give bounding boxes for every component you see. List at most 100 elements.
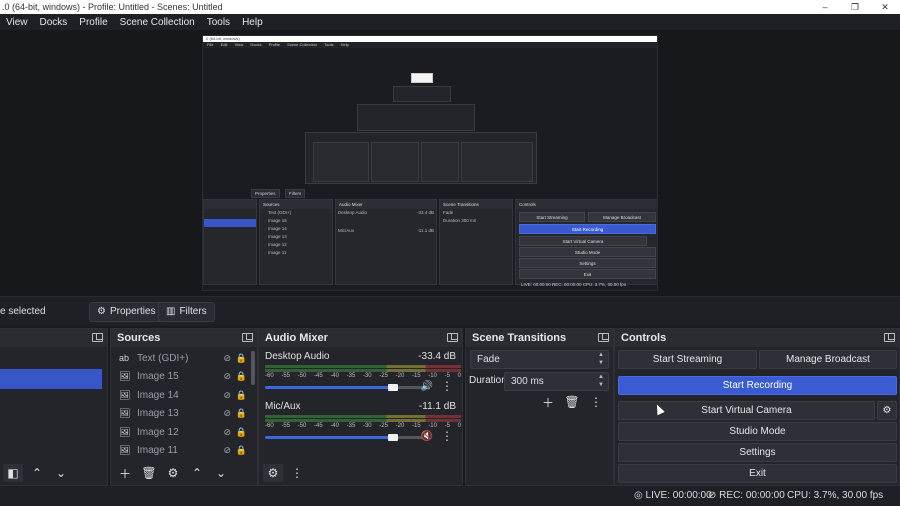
- menu-help[interactable]: Help: [236, 17, 269, 28]
- sources-scrollbar[interactable]: [251, 351, 255, 385]
- lock-icon[interactable]: 🔒: [236, 408, 247, 419]
- duration-spinbox[interactable]: 300 ms ▲ ▼: [504, 372, 609, 391]
- nested-scenes-dock: [203, 199, 257, 285]
- lock-icon[interactable]: 🔒: [236, 445, 247, 456]
- nested-menu-bar: File Edit View Docks Profile Scene Colle…: [203, 42, 657, 48]
- scene-item-selected[interactable]: [0, 369, 102, 389]
- meter-tick: -40: [330, 423, 339, 429]
- meter-tick: 0: [457, 373, 461, 379]
- add-source-icon[interactable]: ＋: [115, 464, 135, 482]
- lock-icon[interactable]: 🔒: [236, 353, 247, 364]
- source-item[interactable]: 🖼 Image 15 ⊘ 🔒: [111, 368, 257, 387]
- undock-icon[interactable]: [92, 333, 103, 342]
- channel-desktop-audio: Desktop Audio -33.4 dB -60 -55 -50 -45 -40 -3…: [265, 351, 461, 393]
- undock-icon[interactable]: [884, 333, 895, 342]
- undock-icon[interactable]: [598, 333, 609, 342]
- muted-speaker-icon[interactable]: 🔇: [421, 431, 433, 442]
- source-item[interactable]: 🖼 Image 12 ⊘ 🔒: [111, 423, 257, 442]
- source-item[interactable]: 🖼 Image 11 ⊘ 🔒: [111, 442, 257, 461]
- volume-meter: [265, 419, 461, 422]
- meter-tick: -50: [297, 373, 307, 379]
- lock-icon[interactable]: 🔒: [236, 427, 247, 438]
- nested-duration: Duration 300 ms: [440, 217, 512, 225]
- filters-icon: ▥: [166, 306, 176, 317]
- nested-start-recording: Start Recording: [519, 224, 656, 234]
- speaker-icon[interactable]: 🔊: [421, 381, 433, 392]
- close-icon[interactable]: ✕: [870, 0, 900, 14]
- filters-button[interactable]: ▥ Filters: [158, 302, 215, 322]
- menu-docks[interactable]: Docks: [34, 17, 74, 28]
- minimize-icon[interactable]: –: [810, 0, 840, 14]
- more-options-icon[interactable]: ⋮: [441, 379, 453, 393]
- source-label: Text (GDI+): [137, 352, 189, 364]
- meter-tick: -60: [265, 373, 274, 379]
- undock-icon[interactable]: [242, 333, 253, 342]
- menu-scene-collection[interactable]: Scene Collection: [114, 17, 201, 28]
- mixer-channels: Desktop Audio -33.4 dB -60 -55 -50 -45 -40 -3…: [259, 347, 462, 447]
- remove-transition-icon[interactable]: 🗑: [562, 393, 582, 411]
- more-options-icon[interactable]: ⋮: [441, 429, 453, 443]
- nested-source-row: Text (GDI+): [268, 210, 292, 215]
- preview-area[interactable]: .0 (64-bit, windows) File Edit View Dock…: [0, 30, 900, 296]
- source-item[interactable]: 🖼 Image 13 ⊘ 🔒: [111, 405, 257, 424]
- lock-icon[interactable]: 🔒: [236, 371, 247, 382]
- fader-handle[interactable]: [388, 384, 398, 391]
- transition-select[interactable]: Fade ▲ ▼: [470, 350, 609, 369]
- source-item[interactable]: ab Text (GDI+) ⊘ 🔒: [111, 349, 257, 368]
- maximize-icon[interactable]: ❐: [840, 0, 870, 14]
- start-recording-button[interactable]: Start Recording: [618, 376, 897, 395]
- preview-canvas[interactable]: .0 (64-bit, windows) File Edit View Dock…: [202, 35, 658, 291]
- meter-ticks: -60 -55 -50 -45 -40 -35 -30 -25 -20 -15 -10 -5 0: [265, 423, 461, 429]
- controls-dock-header: Controls: [615, 329, 899, 347]
- studio-mode-button[interactable]: Studio Mode: [618, 422, 897, 441]
- exit-button[interactable]: Exit: [618, 464, 897, 483]
- filter-icon[interactable]: ◧: [3, 464, 23, 482]
- more-options-icon[interactable]: ⋮: [586, 393, 606, 411]
- remove-source-icon[interactable]: 🗑: [139, 464, 159, 482]
- visibility-hidden-icon[interactable]: ⊘: [223, 390, 231, 401]
- visibility-hidden-icon[interactable]: ⊘: [223, 445, 231, 456]
- visibility-hidden-icon[interactable]: ⊘: [223, 427, 231, 438]
- meter-tick: -30: [362, 423, 372, 429]
- start-streaming-button[interactable]: Start Streaming: [618, 350, 757, 369]
- channel-header: Mic/Aux -11.1 dB: [265, 401, 456, 415]
- undock-icon[interactable]: [447, 333, 458, 342]
- properties-button[interactable]: ⚙ Properties: [89, 302, 164, 322]
- nested-preview-level-5: [411, 73, 433, 83]
- move-up-icon[interactable]: ⌃: [187, 464, 207, 482]
- nested-manage-broadcast: Manage Broadcast: [588, 212, 656, 222]
- volume-meter: [265, 365, 461, 368]
- settings-button[interactable]: Settings: [618, 443, 897, 462]
- spin-arrows-icon[interactable]: ▲ ▼: [598, 373, 604, 389]
- nested-source-row: Image 13: [268, 234, 287, 239]
- record-icon: ⊘: [708, 490, 720, 501]
- add-transition-icon[interactable]: ＋: [538, 393, 558, 411]
- nested-menu-item: Help: [340, 42, 349, 47]
- fader-handle[interactable]: [388, 434, 398, 441]
- menu-view[interactable]: View: [0, 17, 34, 28]
- selection-label: e selected: [0, 306, 46, 317]
- volume-fader[interactable]: 🔊 ⋮: [265, 379, 461, 393]
- visibility-hidden-icon[interactable]: ⊘: [223, 371, 231, 382]
- nested-sources-dock: Sources Text (GDI+) Image 15 Image 14 Im…: [259, 199, 333, 285]
- virtual-camera-settings-gear-icon[interactable]: ⚙: [877, 401, 897, 420]
- channel-db: -33.4 dB: [418, 351, 456, 362]
- window-title-bar: .0 (64-bit, windows) - Profile: Untitled…: [0, 0, 900, 14]
- channel-name: Mic/Aux: [265, 401, 301, 412]
- visibility-hidden-icon[interactable]: ⊘: [223, 353, 231, 364]
- lock-icon[interactable]: 🔒: [236, 390, 247, 401]
- more-options-icon[interactable]: ⋮: [287, 464, 307, 482]
- move-up-icon[interactable]: ⌃: [27, 464, 47, 482]
- menu-tools[interactable]: Tools: [201, 17, 236, 28]
- menu-profile[interactable]: Profile: [73, 17, 113, 28]
- manage-broadcast-button[interactable]: Manage Broadcast: [759, 350, 897, 369]
- move-down-icon[interactable]: ⌄: [211, 464, 231, 482]
- volume-fader[interactable]: 🔇 ⋮: [265, 429, 461, 443]
- visibility-hidden-icon[interactable]: ⊘: [223, 408, 231, 419]
- advanced-audio-gear-icon[interactable]: ⚙: [263, 464, 283, 482]
- source-item[interactable]: 🖼 Image 14 ⊘ 🔒: [111, 386, 257, 405]
- audio-mixer-title: Audio Mixer: [265, 332, 328, 344]
- meter-tick: -10: [428, 423, 437, 429]
- move-down-icon[interactable]: ⌄: [51, 464, 71, 482]
- source-properties-gear-icon[interactable]: ⚙: [163, 464, 183, 482]
